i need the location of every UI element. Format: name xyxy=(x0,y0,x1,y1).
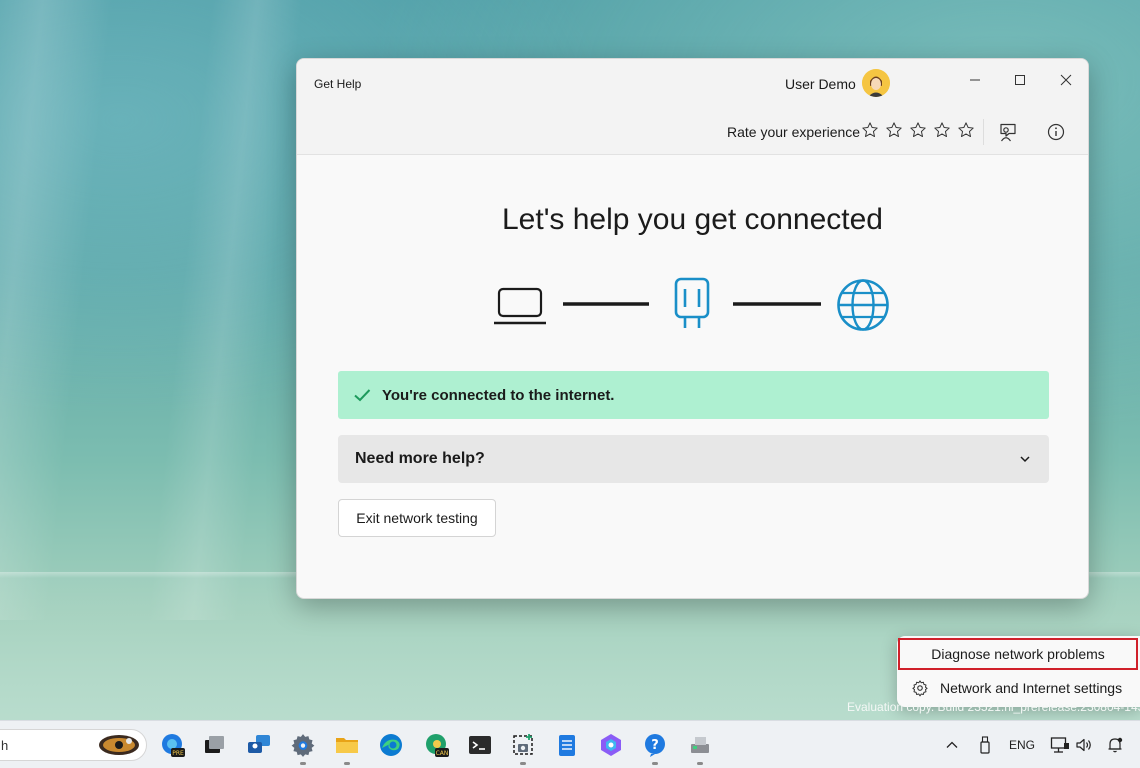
copilot-icon xyxy=(601,734,621,756)
avatar-icon xyxy=(862,69,890,97)
minimize-icon xyxy=(970,79,980,81)
running-indicator xyxy=(697,762,703,765)
task-view-icon xyxy=(205,736,224,753)
network-tray[interactable] xyxy=(1049,733,1071,757)
settings-app[interactable] xyxy=(287,729,319,765)
notification-bell-icon xyxy=(1108,737,1123,753)
close-icon xyxy=(1060,74,1072,86)
evaluation-watermark: Evaluation copy. Build 23521.ni_prerelea… xyxy=(847,700,1140,714)
taskbar-search-box[interactable]: h xyxy=(0,729,147,761)
minimize-button[interactable] xyxy=(955,65,995,95)
running-indicator xyxy=(300,762,306,765)
info-button[interactable] xyxy=(1043,119,1069,145)
rate-experience-label: Rate your experience xyxy=(727,124,861,140)
maximize-button[interactable] xyxy=(1000,65,1040,95)
get-help-window: Get Help User Demo Rate your experience xyxy=(296,58,1089,599)
terminal-icon xyxy=(469,736,491,754)
get-help-app[interactable]: ? xyxy=(639,729,671,765)
svg-text:?: ? xyxy=(651,738,659,753)
feedback-person-icon xyxy=(1000,123,1016,142)
usb-drive-icon xyxy=(980,736,990,754)
connection-status-text: You're connected to the internet. xyxy=(382,386,615,404)
wallpaper-highlight xyxy=(0,0,113,620)
show-hidden-icons-button[interactable] xyxy=(942,733,962,757)
maximize-icon xyxy=(1015,75,1025,85)
snipping-tool-app[interactable] xyxy=(507,729,539,765)
exit-network-testing-button[interactable]: Exit network testing xyxy=(338,499,496,537)
chevron-up-icon xyxy=(946,741,958,748)
diagnose-network-problems-item[interactable]: Diagnose network problems xyxy=(898,638,1138,670)
get-help-icon: ? xyxy=(645,734,665,757)
user-name: User Demo xyxy=(785,76,856,92)
close-button[interactable] xyxy=(1046,65,1086,95)
taskbar: h PRE CAN ? ENG xyxy=(0,720,1140,768)
gear-icon xyxy=(911,679,929,697)
snipping-tool-icon xyxy=(513,734,533,755)
edge-preview-app[interactable]: PRE xyxy=(156,729,188,761)
edge-canary-icon: CAN xyxy=(426,734,449,757)
search-text: h xyxy=(1,737,9,753)
laptop-icon xyxy=(494,287,546,325)
star-icon[interactable] xyxy=(885,121,903,139)
network-internet-settings-label: Network and Internet settings xyxy=(940,680,1123,696)
need-more-help-expander[interactable]: Need more help? xyxy=(338,435,1049,483)
network-context-menu: Diagnose network problems Network and In… xyxy=(897,636,1140,707)
volume-tray[interactable] xyxy=(1073,733,1095,757)
chat-app[interactable] xyxy=(243,729,275,761)
page-heading: Let's help you get connected xyxy=(501,203,883,236)
terminal-app[interactable] xyxy=(464,729,496,761)
router-icon xyxy=(674,277,710,328)
connection-diagram xyxy=(494,277,889,331)
title-bar[interactable]: Get Help User Demo xyxy=(297,59,1088,107)
settings-gear-icon xyxy=(291,734,315,757)
notification-center-button[interactable] xyxy=(1104,733,1126,757)
globe-icon xyxy=(837,279,889,331)
device-manager-app[interactable] xyxy=(684,729,716,765)
wallpaper-highlight xyxy=(147,0,303,620)
rating-stars xyxy=(861,121,975,139)
usb-device-tray[interactable] xyxy=(975,733,995,757)
notepad-icon xyxy=(559,735,575,756)
feedback-button[interactable] xyxy=(995,119,1021,145)
copilot-app[interactable] xyxy=(595,729,627,761)
language-indicator[interactable]: ENG xyxy=(1006,733,1038,757)
star-icon[interactable] xyxy=(957,121,975,139)
running-indicator xyxy=(344,762,350,765)
folder-icon xyxy=(336,738,358,753)
device-manager-icon xyxy=(691,737,709,753)
checkmark-icon xyxy=(352,385,372,405)
toolbar-divider xyxy=(983,119,984,145)
window-title: Get Help xyxy=(314,77,362,91)
edge-preview-icon: PRE xyxy=(162,734,185,757)
star-icon[interactable] xyxy=(861,121,879,139)
avatar[interactable] xyxy=(862,69,890,97)
notepad-app[interactable] xyxy=(551,729,583,761)
diagnose-network-problems-label: Diagnose network problems xyxy=(931,646,1105,662)
edge-canary-app[interactable]: CAN xyxy=(420,729,452,761)
chevron-down-icon xyxy=(1017,451,1033,467)
svg-text:PRE: PRE xyxy=(172,750,184,757)
info-icon xyxy=(1047,123,1065,141)
task-view-app[interactable] xyxy=(198,729,230,761)
chat-icon xyxy=(248,735,270,753)
running-indicator xyxy=(652,762,658,765)
svg-text:CAN: CAN xyxy=(436,750,449,757)
need-more-help-label: Need more help? xyxy=(355,450,485,467)
speaker-icon xyxy=(1076,738,1091,752)
network-ethernet-icon xyxy=(1050,737,1069,753)
star-icon[interactable] xyxy=(933,121,951,139)
search-highlight-icon xyxy=(99,735,139,755)
star-icon[interactable] xyxy=(909,121,927,139)
edge-app[interactable] xyxy=(375,729,407,761)
file-explorer-app[interactable] xyxy=(331,729,363,765)
connection-status-banner: You're connected to the internet. xyxy=(338,371,1049,419)
feedback-toolbar: Rate your experience xyxy=(297,107,1088,155)
running-indicator xyxy=(520,762,526,765)
edge-icon xyxy=(380,734,402,756)
